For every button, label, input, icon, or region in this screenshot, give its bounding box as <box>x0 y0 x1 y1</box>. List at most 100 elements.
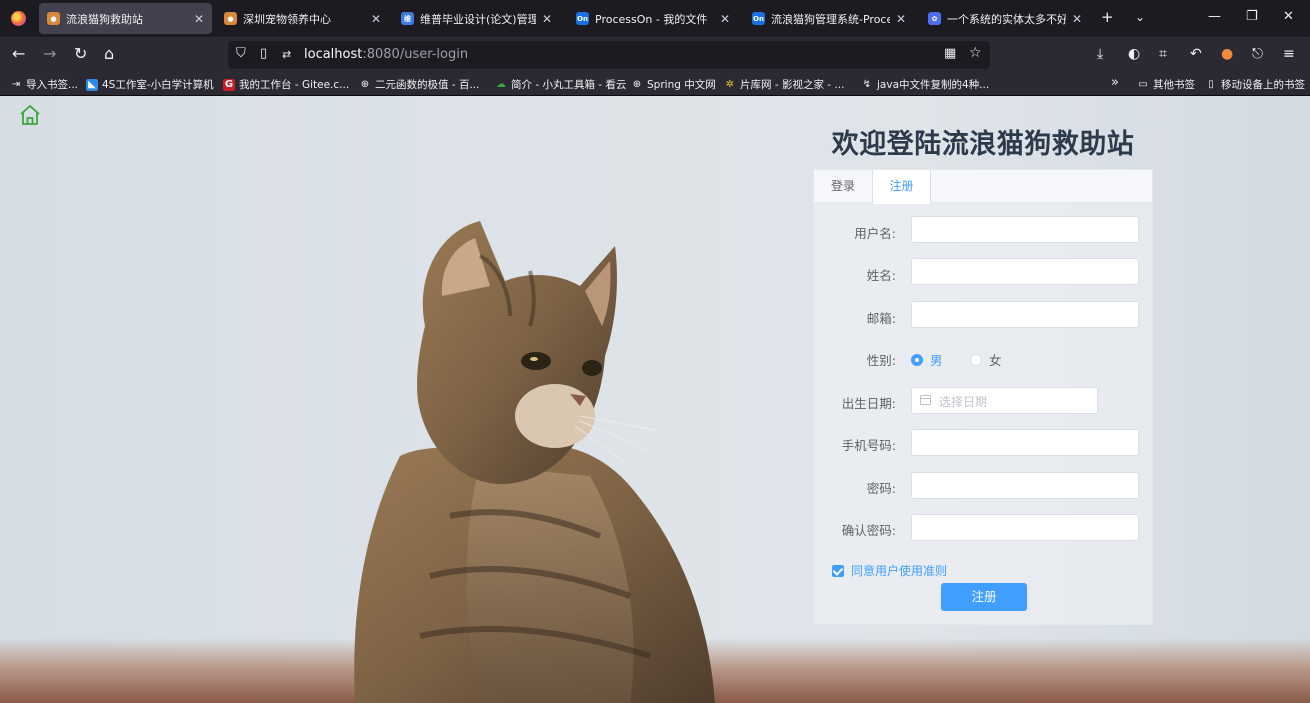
new-tab-button[interactable]: + <box>1101 8 1114 26</box>
password-input[interactable] <box>911 472 1139 499</box>
bookmark-xiaowan[interactable]: ☁ 简介 - 小丸工具箱 - 看云 <box>495 77 626 92</box>
address-bar[interactable]: ⛉ ▯ ⇄ localhost:8080/user-login ▦ ☆ <box>228 41 990 69</box>
minimize-icon[interactable]: — <box>1208 9 1221 24</box>
tab-stray-rescue[interactable]: ● 流浪猫狗救助站 ✕ <box>39 3 212 34</box>
url-text[interactable]: localhost:8080/user-login <box>304 47 468 62</box>
firefox-icon <box>10 11 26 26</box>
site-favicon-icon: ● <box>224 12 237 25</box>
shield-icon[interactable]: ⛉ <box>236 46 246 61</box>
gender-female-radio[interactable]: 女 <box>970 350 1002 369</box>
kanyun-icon: ☁ <box>496 78 506 90</box>
home-icon[interactable] <box>18 103 42 127</box>
bookmark-star-icon[interactable]: ☆ <box>969 45 982 61</box>
gender-label: 性别: <box>866 353 896 368</box>
tab-login[interactable]: 登录 <box>814 170 872 203</box>
qr-code-icon[interactable]: ▦ <box>944 46 956 61</box>
page-icon[interactable]: ▯ <box>260 46 267 61</box>
email-input[interactable] <box>911 301 1139 328</box>
page-content: 欢迎登陆流浪猫狗救助站 登录 注册 用户名: 姓名: 邮箱: 性别: 男 女 出… <box>0 96 1310 703</box>
close-tab-icon[interactable]: ✕ <box>371 12 381 26</box>
confirm-password-input[interactable] <box>911 514 1139 541</box>
site-title: 欢迎登陆流浪猫狗救助站 <box>831 129 1135 160</box>
tab-processon-diagram[interactable]: On 流浪猫狗管理系统-ProcessOn ✕ <box>744 3 914 34</box>
gitee-icon: G <box>223 78 235 91</box>
calendar-icon <box>920 395 931 405</box>
username-input[interactable] <box>911 216 1139 243</box>
name-label: 姓名: <box>866 268 896 283</box>
close-tab-icon[interactable]: ✕ <box>720 12 730 26</box>
tab-strip: ● 流浪猫狗救助站 ✕ ● 深圳宠物领养中心 ✕ 维 维普毕业设计(论文)管理系… <box>0 0 1310 37</box>
tab-title: 流浪猫狗救助站 <box>66 12 143 26</box>
tab-processon-files[interactable]: On ProcessOn - 我的文件 ✕ <box>568 3 738 34</box>
globe-icon: ⊕ <box>360 78 370 90</box>
tab-vip-thesis[interactable]: 维 维普毕业设计(论文)管理系统 ✕ <box>393 3 560 34</box>
bookmark-gitee[interactable]: G 我的工作台 - Gitee.c... <box>223 77 349 92</box>
undo-arrow-icon[interactable]: ↶ <box>1190 46 1202 62</box>
tab-register[interactable]: 注册 <box>872 170 931 204</box>
import-icon: ⇥ <box>11 78 21 90</box>
navigation-toolbar: ← → ↻ ⌂ ⛉ ▯ ⇄ localhost:8080/user-login … <box>0 37 1310 73</box>
agree-terms-checkbox[interactable]: 同意用户使用准则 <box>832 562 947 579</box>
bookmark-piankuwang[interactable]: ✲ 片库网 - 影视之家 - ... <box>724 77 845 92</box>
list-tabs-chevron-icon[interactable]: ⌄ <box>1135 10 1145 24</box>
phone-label: 手机号码: <box>841 438 896 453</box>
restore-icon[interactable]: ❐ <box>1246 9 1258 24</box>
permissions-icon[interactable]: ⇄ <box>282 48 291 61</box>
bookmark-import[interactable]: ⇥ 导入书签... <box>10 77 78 92</box>
close-tab-icon[interactable]: ✕ <box>896 12 906 26</box>
radio-dot <box>970 353 982 366</box>
bookmark-other[interactable]: ▭ 其他书签 <box>1137 77 1195 92</box>
bookmark-4s-studio[interactable]: ◣ 4S工作室-小白学计算机 <box>86 77 214 92</box>
movie-icon: ✲ <box>725 78 735 90</box>
birth-date-label: 出生日期: <box>841 396 896 411</box>
radio-dot <box>911 353 923 366</box>
tab-title: 流浪猫狗管理系统-ProcessOn <box>771 12 890 26</box>
site-favicon-icon: ● <box>47 12 60 25</box>
share-icon[interactable]: ⎋ <box>1252 46 1263 62</box>
tab-title: 维普毕业设计(论文)管理系统 <box>420 12 536 26</box>
bookmark-java-copy[interactable]: ↯ java中文件复制的4种... <box>861 77 989 92</box>
cat-background-image <box>354 221 715 703</box>
birth-date-placeholder: 选择日期 <box>939 395 988 409</box>
processon-favicon-icon: On <box>576 12 589 25</box>
screenshot-crop-icon[interactable]: ⌗ <box>1159 46 1167 62</box>
phone-input[interactable] <box>911 429 1139 456</box>
auth-tabs: 登录 注册 <box>814 170 1152 204</box>
gender-male-radio[interactable]: 男 <box>911 350 943 369</box>
forward-arrow-icon[interactable]: → <box>43 45 56 63</box>
bookmark-function-extreme[interactable]: ⊕ 二元函数的极值 - 百... <box>359 77 480 92</box>
tab-title: 深圳宠物领养中心 <box>243 12 331 26</box>
close-tab-icon[interactable]: ✕ <box>542 12 552 26</box>
close-tab-icon[interactable]: ✕ <box>1072 12 1082 26</box>
close-window-icon[interactable]: ✕ <box>1283 9 1294 24</box>
studio-favicon-icon: ◣ <box>86 78 98 91</box>
tab-entity-question[interactable]: ✿ 一个系统的实体太多不好画 ✕ <box>920 3 1090 34</box>
birth-date-picker[interactable]: 选择日期 <box>911 387 1098 414</box>
bookmark-mobile[interactable]: ▯ 移动设备上的书签 <box>1205 77 1305 92</box>
extension-icon[interactable]: ◐ <box>1128 46 1140 62</box>
bookmark-spring-cn[interactable]: ⊕ Spring 中文网 <box>631 77 716 92</box>
firefox-menu[interactable] <box>0 0 36 37</box>
baidu-paw-icon: ✿ <box>928 12 941 25</box>
processon-favicon-icon: On <box>752 12 765 25</box>
back-arrow-icon[interactable]: ← <box>12 45 25 63</box>
tab-title: ProcessOn - 我的文件 <box>595 12 708 26</box>
home-button-icon[interactable]: ⌂ <box>104 45 114 63</box>
mobile-icon: ▯ <box>1208 78 1214 90</box>
checkbox-checked-icon <box>832 564 844 577</box>
menu-hamburger-icon[interactable]: ≡ <box>1283 46 1295 62</box>
bookmarks-overflow-chevron-icon[interactable]: » <box>1111 75 1119 90</box>
confirm-password-label: 确认密码: <box>841 523 896 538</box>
bookmarks-toolbar: ⇥ 导入书签... ◣ 4S工作室-小白学计算机 G 我的工作台 - Gitee.c.… <box>0 73 1310 96</box>
name-input[interactable] <box>911 258 1139 285</box>
tab-pet-adoption[interactable]: ● 深圳宠物领养中心 ✕ <box>216 3 389 34</box>
register-submit-button[interactable]: 注册 <box>941 583 1027 611</box>
reload-icon[interactable]: ↻ <box>74 45 87 63</box>
vip-favicon-icon: 维 <box>401 12 414 25</box>
profile-fox-icon[interactable]: ● <box>1221 46 1233 62</box>
username-label: 用户名: <box>854 226 896 241</box>
downloads-icon[interactable]: ⤓ <box>1097 46 1103 62</box>
globe-icon: ⊕ <box>632 78 642 90</box>
tab-title: 一个系统的实体太多不好画 <box>947 12 1066 26</box>
close-tab-icon[interactable]: ✕ <box>194 12 204 26</box>
